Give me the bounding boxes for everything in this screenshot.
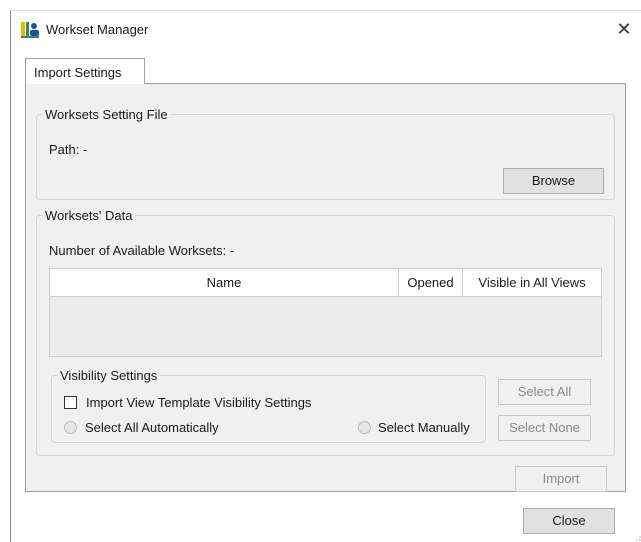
import-template-checkbox[interactable] xyxy=(64,396,77,409)
tab-label: Import Settings xyxy=(34,65,122,80)
workset-manager-window: Workset Manager ✕ Import Settings Workse… xyxy=(10,10,641,542)
path-label: Path: - xyxy=(49,142,88,157)
select-auto-radio[interactable] xyxy=(64,421,77,434)
column-header-opened[interactable]: Opened xyxy=(399,269,463,296)
close-icon[interactable]: ✕ xyxy=(614,19,634,39)
column-header-name[interactable]: Name xyxy=(50,269,399,296)
import-settings-panel: Worksets Setting File Path: - Browse Wor… xyxy=(25,83,626,492)
tab-import-settings[interactable]: Import Settings xyxy=(25,58,145,84)
import-button[interactable]: Import xyxy=(515,466,607,492)
worksets-table[interactable]: Name Opened Visible in All Views xyxy=(49,268,602,357)
worksets-data-group: Worksets' Data Number of Available Works… xyxy=(36,208,615,456)
visibility-settings-group: Visibility Settings Import View Template… xyxy=(51,368,486,443)
group-legend: Worksets' Data xyxy=(45,208,133,223)
worksets-setting-file-group: Worksets Setting File Path: - Browse xyxy=(36,107,615,200)
group-legend: Visibility Settings xyxy=(60,368,158,383)
column-header-visible[interactable]: Visible in All Views xyxy=(463,269,601,296)
browse-button[interactable]: Browse xyxy=(503,168,604,194)
select-none-button[interactable]: Select None xyxy=(498,415,591,441)
available-worksets-label: Number of Available Worksets: - xyxy=(49,243,235,258)
window-title: Workset Manager xyxy=(46,22,149,37)
group-legend: Worksets Setting File xyxy=(45,107,168,122)
title-bar: Workset Manager ✕ xyxy=(11,11,641,47)
select-manual-radio[interactable] xyxy=(358,421,371,434)
resize-grip-icon[interactable] xyxy=(633,533,641,541)
workset-icon xyxy=(21,22,39,38)
close-button[interactable]: Close xyxy=(523,508,615,534)
import-template-label[interactable]: Import View Template Visibility Settings xyxy=(86,395,311,410)
select-all-button[interactable]: Select All xyxy=(498,379,591,405)
select-auto-label[interactable]: Select All Automatically xyxy=(85,420,219,435)
select-manual-label[interactable]: Select Manually xyxy=(378,420,470,435)
table-header: Name Opened Visible in All Views xyxy=(50,269,601,297)
